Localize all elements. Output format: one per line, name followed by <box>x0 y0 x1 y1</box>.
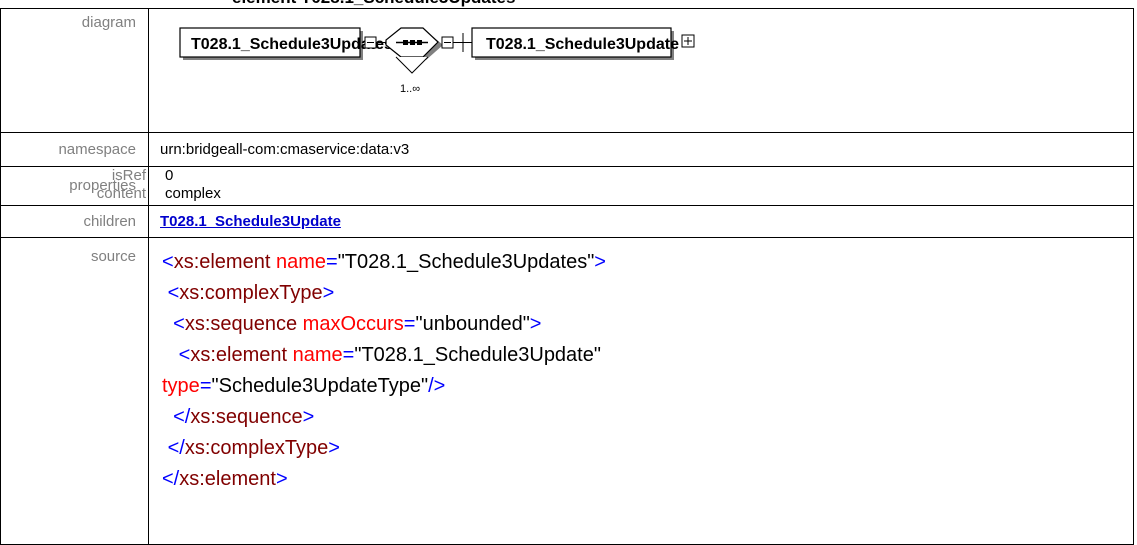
namespace-label: namespace <box>58 141 136 158</box>
row-label: source <box>0 237 149 545</box>
row-diagram: diagram T028.1_Schedule3Updates 1..∞ T02… <box>0 8 1134 133</box>
occurrence-label: 1..∞ <box>400 83 420 95</box>
repetition-icon <box>395 56 429 74</box>
namespace-cell: urn:bridgeall-com:cmaservice:data:v3 <box>148 132 1134 167</box>
children-cell: T028.1_Schedule3Update <box>148 205 1134 238</box>
source-code: <xs:element name="T028.1_Schedule3Update… <box>162 251 606 490</box>
element-name: T028.1_Schedule3Updates <box>191 36 393 53</box>
namespace-value: urn:bridgeall-com:cmaservice:data:v3 <box>160 141 410 158</box>
source-label: source <box>90 248 136 265</box>
prop-key-content: content <box>96 185 146 202</box>
row-children: children T028.1_Schedule3Update <box>0 205 1134 238</box>
prop-val-content: complex <box>165 185 221 202</box>
row-properties: properties isRef 0 content complex <box>0 166 1134 206</box>
row-label: diagram <box>0 8 149 133</box>
diagram-cell: T028.1_Schedule3Updates 1..∞ T028.1_Sche… <box>148 8 1134 133</box>
prop-val-isref: 0 <box>165 167 174 184</box>
row-label: namespace <box>0 132 149 167</box>
documentation-table: diagram T028.1_Schedule3Updates 1..∞ T02… <box>0 8 1134 545</box>
child-element-name: T028.1_Schedule3Update <box>486 36 679 53</box>
row-label: children <box>0 205 149 238</box>
row-namespace: namespace urn:bridgeall-com:cmaservice:d… <box>0 132 1134 167</box>
schema-diagram: T028.1_Schedule3Updates 1..∞ T028.1_Sche… <box>179 27 695 95</box>
source-cell: <xs:element name="T028.1_Schedule3Update… <box>148 237 1134 545</box>
properties-cell: isRef 0 content complex <box>97 166 1134 206</box>
child-link[interactable]: T028.1_Schedule3Update <box>160 213 341 230</box>
children-label: children <box>83 213 136 230</box>
prop-key-isref: isRef <box>111 167 146 184</box>
page-title: element T028.1_Schedule3Updates <box>232 0 515 8</box>
row-source: source <xs:element name="T028.1_Schedule… <box>0 237 1134 545</box>
diagram-label: diagram <box>81 14 136 31</box>
